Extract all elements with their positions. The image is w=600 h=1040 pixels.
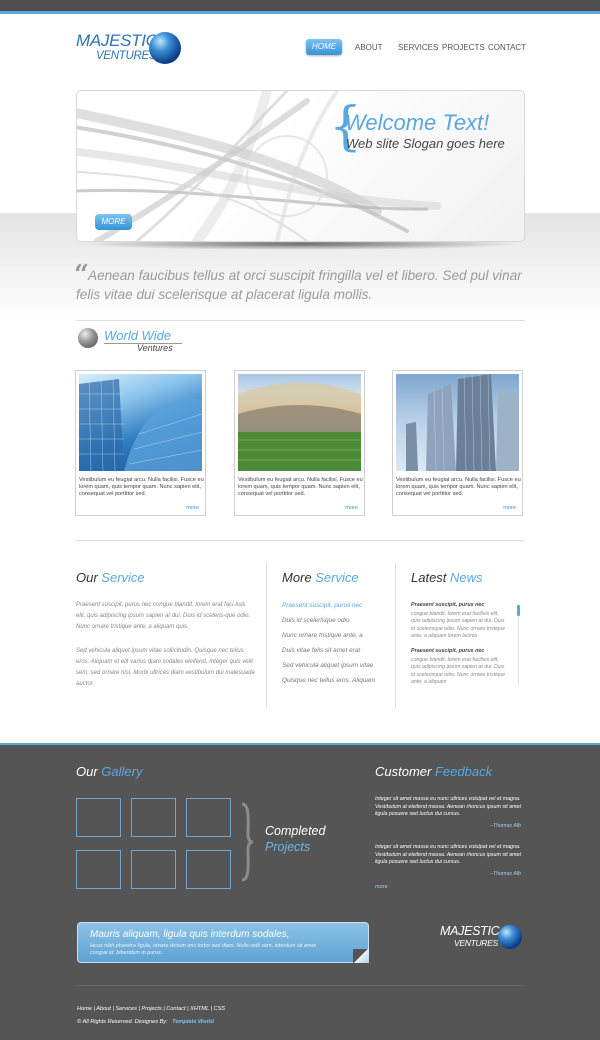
note-title: Mauris aliquam, ligula quis interdum sod… — [90, 929, 290, 940]
globe-icon — [149, 32, 181, 64]
feedback-more-link[interactable]: more — [375, 884, 388, 890]
feedback-title: Customer Feedback — [375, 764, 492, 779]
title-word-highlight: Service — [101, 570, 145, 585]
top-accent-line — [0, 11, 600, 14]
card-stadium[interactable]: Vestibulum eu feugiat arcu. Nulla facili… — [234, 370, 365, 516]
more-service-item[interactable]: Duis id scelerisque odio. — [282, 617, 392, 632]
hero-banner: { Welcome Text! Web slite Slogan goes he… — [76, 90, 525, 242]
title-word: Latest — [411, 570, 447, 585]
news-list: Praesent suscipit, purus nec congue blan… — [411, 602, 506, 686]
card-text: Vestibulum eu feugiat arcu. Nulla facili… — [238, 477, 363, 497]
divider — [76, 320, 525, 321]
footer — [0, 745, 600, 1040]
logo-word-majestic: Majestic — [76, 31, 158, 50]
title-word: More — [282, 570, 312, 585]
more-service-item[interactable]: Sed vehicula aliquet ipsum vitae — [282, 662, 392, 677]
globe-icon — [498, 925, 522, 949]
news-item-title[interactable]: Praesent suscipit, purus nec — [411, 648, 506, 654]
card-buildings[interactable]: Vestibulum eu feugiat arcu. Nulla facili… — [75, 370, 206, 516]
feedback-author: -Thomas Alb — [491, 823, 521, 829]
title-word-highlight: Feedback — [434, 764, 493, 779]
gallery-thumb[interactable] — [131, 850, 176, 889]
card-more-link[interactable]: more — [345, 505, 358, 511]
title-word: Our — [76, 764, 98, 779]
more-service-item[interactable]: Praesent suscipit, purus nec — [282, 602, 392, 617]
nav-services[interactable]: Services — [398, 43, 438, 52]
copyright-text: © All Rights Reserved. Designes By: — [77, 1019, 168, 1025]
card-image-stadium — [238, 374, 361, 471]
hero-slogan: Web slite Slogan goes here — [346, 136, 505, 151]
column-divider — [395, 563, 396, 708]
news-scrollbar-thumb[interactable] — [517, 605, 520, 616]
worldwide-title: World Wide — [104, 328, 172, 343]
footer-logo[interactable]: Majestic Ventures — [440, 923, 526, 953]
logo-word-ventures: Ventures — [454, 938, 498, 948]
hero-more-button[interactable]: More — [95, 214, 132, 230]
divider — [76, 540, 525, 541]
footer-divider — [76, 985, 524, 986]
tower-graphic — [406, 374, 519, 471]
logo-word-majestic: Majestic — [440, 924, 500, 938]
card-more-link[interactable]: more — [503, 505, 516, 511]
our-service-paragraph-2: Sed vehicula aliquet ipsum vitae sollici… — [76, 648, 255, 687]
nav-contact[interactable]: Contact — [488, 43, 526, 52]
completed-label: Completed — [265, 824, 326, 838]
feedback-text: Integer sit amet massa eu nunc ultrices … — [375, 796, 521, 818]
glass-building-graphic — [79, 378, 202, 471]
footer-note-box: Mauris aliquam, ligula quis interdum sod… — [77, 922, 369, 963]
column-divider — [266, 563, 267, 708]
more-service-item[interactable]: Duis vitae felis sit amet erat — [282, 647, 392, 662]
gallery-thumb[interactable] — [186, 850, 231, 889]
title-word: Customer — [375, 764, 432, 779]
more-service-title: More Service — [282, 570, 359, 585]
news-item-body: congue blandit, lorem erat facilisis eli… — [411, 657, 506, 686]
page-curl-icon — [353, 949, 369, 963]
projects-label[interactable]: Projects — [265, 840, 310, 854]
worldwide-subtitle: Ventures — [137, 343, 173, 353]
card-more-link[interactable]: more — [186, 505, 199, 511]
news-item-title[interactable]: Praesent suscipit, purus nec — [411, 602, 506, 608]
nav-about[interactable]: About — [355, 43, 383, 52]
card-image-tower — [396, 374, 519, 471]
designer-link[interactable]: Template World — [172, 1019, 214, 1025]
more-service-item[interactable]: Nunc ornare tristique ante, a — [282, 632, 392, 647]
more-service-item[interactable]: Quisque nec tellus eros. Aliquam — [282, 677, 392, 692]
feedback-text: Integer sit amet massa eu nunc ultrices … — [375, 844, 521, 866]
note-body: lacus nibh pharetra ligula, ornare dictu… — [90, 943, 316, 956]
card-image-glass-building — [79, 374, 202, 471]
title-word-highlight: News — [450, 570, 483, 585]
copyright: © All Rights Reserved. Designes By: Temp… — [77, 1010, 214, 1028]
logo[interactable]: Majestic Ventures — [76, 30, 184, 70]
stadium-graphic — [238, 382, 361, 471]
title-word-highlight: Gallery — [101, 764, 143, 779]
our-service-title: Our Service — [76, 570, 145, 585]
top-bar — [0, 0, 600, 11]
latest-news-title: Latest News — [411, 570, 483, 585]
card-text: Vestibulum eu feugiat arcu. Nulla facili… — [79, 477, 204, 497]
gallery-thumb[interactable] — [131, 798, 176, 837]
our-service-paragraph-1: Praesent suscipit, purus nec congue blan… — [76, 602, 251, 630]
card-text: Vestibulum eu feugiat arcu. Nulla facili… — [396, 477, 521, 497]
gallery-title: Our Gallery — [76, 764, 142, 779]
gallery-thumb[interactable] — [76, 798, 121, 837]
hero-title: Welcome Text! — [345, 110, 490, 135]
logo-word-ventures: Ventures — [96, 50, 157, 62]
feedback-author: -Thomas Alb — [491, 871, 521, 877]
world-globe-icon — [78, 328, 98, 348]
title-word: Our — [76, 570, 98, 585]
gallery-thumb[interactable] — [186, 798, 231, 837]
footer-link-css[interactable]: CSS — [214, 1006, 226, 1012]
card-tower[interactable]: Vestibulum eu feugiat arcu. Nulla facili… — [392, 370, 523, 516]
gallery-brace-icon — [241, 802, 254, 882]
gallery-thumb[interactable] — [76, 850, 121, 889]
news-item-body: congue blandit, lorem erat facilisis eli… — [411, 611, 506, 639]
intro-quote: Aenean faucibus tellus at orci suscipit … — [76, 268, 522, 302]
nav-home[interactable]: Home — [306, 39, 342, 55]
title-word-highlight: Service — [315, 570, 359, 585]
nav-projects[interactable]: Projects — [442, 43, 485, 52]
more-service-list: Praesent suscipit, purus nec Duis id sce… — [282, 602, 392, 692]
